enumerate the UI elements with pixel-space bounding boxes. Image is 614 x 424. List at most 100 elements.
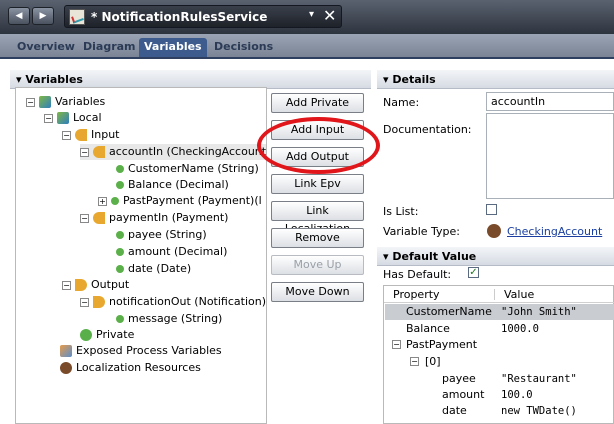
collapse-toggle-icon[interactable]: − [410,357,419,366]
tree-label: message (String) [128,312,223,325]
back-button[interactable]: ◀ [8,7,30,25]
details-panel-header[interactable]: ▾ Details [377,70,614,89]
collapse-icon[interactable]: ▾ [383,73,392,86]
input-variable-icon [93,212,105,224]
tree-node-exposed-process-variables[interactable]: Exposed Process Variables [60,343,222,359]
value-cell[interactable]: 1000.0 [501,321,539,337]
tree-node-pastpayment[interactable]: + PastPayment (Payment)(l [98,193,266,209]
tab-decisions[interactable]: Decisions [209,38,278,57]
move-down-button[interactable]: Move Down [271,282,364,302]
name-label: Name: [383,96,420,109]
tree-label: payee (String) [128,228,207,241]
tree-label: Output [91,278,130,291]
name-value: accountIn [491,95,546,108]
tree-node-message[interactable]: message (String) [116,311,222,327]
business-object-icon [487,224,501,238]
document-tab[interactable]: * NotificationRulesService ▾ ✕ [64,5,342,28]
table-row[interactable]: amount 100.0 [385,387,614,403]
default-value-header[interactable]: ▾ Default Value [377,247,614,266]
tree-label: Local [73,111,102,124]
tree-label: amount (Decimal) [128,245,228,258]
tree-label: Exposed Process Variables [76,344,222,357]
output-variable-icon [93,296,105,308]
value-cell[interactable]: "Restaurant" [501,371,577,387]
expand-toggle-icon[interactable]: + [98,196,107,206]
localization-icon [60,362,72,374]
value-cell[interactable]: "John Smith" [501,304,577,320]
field-icon [116,181,124,189]
tree-label: Balance (Decimal) [128,178,229,191]
tree-node-accountin[interactable]: − accountIn (CheckingAccount) [80,144,266,160]
collapse-toggle-icon[interactable]: − [392,340,401,349]
move-up-button[interactable]: Move Up [271,255,364,275]
has-default-checkbox[interactable]: ✓ [468,267,479,278]
table-row[interactable]: Balance 1000.0 [385,321,614,337]
tree-node-date[interactable]: date (Date) [116,261,191,277]
tree-label: Localization Resources [76,361,201,374]
tree-label: accountIn (CheckingAccount) [109,145,266,158]
tab-overview[interactable]: Overview [12,38,80,57]
collapse-toggle-icon[interactable]: − [80,297,89,307]
property-cell: CustomerName [406,305,492,318]
forward-button[interactable]: ▶ [32,7,54,25]
property-cell: Balance [406,322,450,335]
private-icon [80,329,92,341]
remove-button[interactable]: Remove [271,228,364,248]
editor-tabs: Overview Diagram Variables Decisions [0,34,614,59]
tree-node-input[interactable]: − Input [62,127,119,143]
tree-label: paymentIn (Payment) [109,211,229,224]
table-row[interactable]: − [0] [385,354,614,370]
table-row[interactable]: date new TWDate() [385,403,614,419]
input-icon [75,129,87,141]
variable-type-label: Variable Type: [383,225,461,238]
collapse-icon[interactable]: ▾ [16,73,25,86]
default-value-table[interactable]: Property Value CustomerName "John Smith"… [383,285,614,424]
tab-diagram[interactable]: Diagram [78,38,141,57]
tree-node-variables[interactable]: − Variables [26,94,105,110]
default-value-title: Default Value [392,250,477,263]
tree-label: Private [96,328,135,341]
input-variable-icon [93,146,105,158]
variable-type-link[interactable]: CheckingAccount [507,225,602,238]
tree-node-output[interactable]: − Output [62,277,129,293]
variables-tree[interactable]: − Variables − Local − Input − accountIn (Che… [15,87,267,424]
collapse-toggle-icon[interactable]: − [44,113,53,123]
link-epv-button[interactable]: Link Epv [271,174,364,194]
collapse-icon[interactable]: ▾ [383,250,392,263]
table-row[interactable]: payee "Restaurant" [385,371,614,387]
chevron-down-icon[interactable]: ▾ [309,9,314,20]
tab-variables[interactable]: Variables [139,38,207,57]
collapse-toggle-icon[interactable]: − [62,130,71,140]
tree-node-customername[interactable]: CustomerName (String) [116,161,259,177]
name-field[interactable]: accountIn [486,92,614,111]
output-icon [75,279,87,291]
collapse-toggle-icon[interactable]: − [26,97,35,107]
tree-node-paymentin[interactable]: − paymentIn (Payment) [80,210,228,226]
close-icon[interactable]: ✕ [323,6,336,25]
value-cell[interactable]: 100.0 [501,387,533,403]
collapse-toggle-icon[interactable]: − [80,147,89,157]
add-private-button[interactable]: Add Private [271,93,364,113]
tree-node-payee[interactable]: payee (String) [116,227,207,243]
table-row-selected[interactable]: CustomerName "John Smith" [385,304,614,320]
tree-label: PastPayment (Payment)(l [123,194,262,207]
document-title: * NotificationRulesService [91,10,268,24]
is-list-label: Is List: [383,205,419,218]
table-header: Property Value [384,286,614,303]
field-icon [116,231,124,239]
tree-node-local[interactable]: − Local [44,110,102,126]
tree-node-localization-resources[interactable]: Localization Resources [60,360,201,376]
collapse-toggle-icon[interactable]: − [80,213,89,223]
tree-node-amount[interactable]: amount (Decimal) [116,244,227,260]
tree-node-private[interactable]: Private [80,327,134,343]
exposed-variables-icon [60,345,72,357]
is-list-checkbox[interactable] [486,204,497,215]
documentation-field[interactable] [486,113,614,199]
tree-label: Variables [55,95,106,108]
value-cell[interactable]: new TWDate() [501,403,577,419]
tree-node-notificationout[interactable]: − notificationOut (Notification) [80,294,266,310]
table-row[interactable]: − PastPayment [385,337,614,353]
tree-node-balance[interactable]: Balance (Decimal) [116,177,229,193]
link-localization-button[interactable]: Link Localization [271,201,364,235]
collapse-toggle-icon[interactable]: − [62,280,71,290]
